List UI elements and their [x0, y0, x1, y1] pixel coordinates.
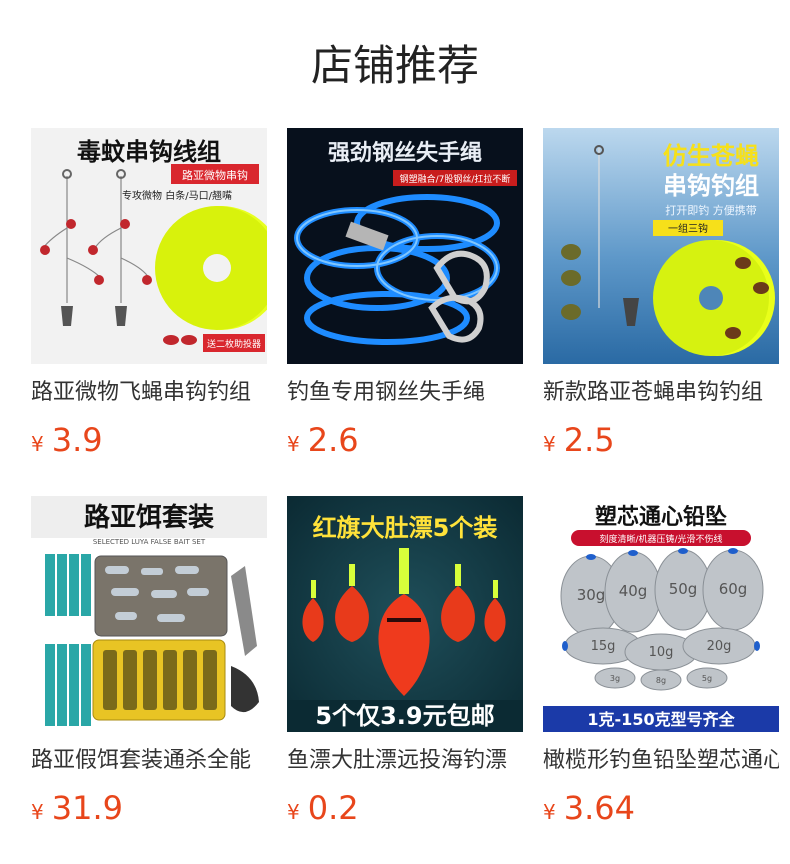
svg-text:5g: 5g — [702, 674, 712, 683]
svg-text:60g: 60g — [719, 580, 748, 598]
svg-text:20g: 20g — [707, 639, 732, 654]
svg-text:路亚饵套装: 路亚饵套装 — [84, 502, 214, 533]
price-value: 0.2 — [307, 789, 359, 827]
svg-text:送二枚助投器: 送二枚助投器 — [207, 338, 261, 350]
product-name[interactable]: 新款路亚苍蝇串钩钓组 — [543, 378, 779, 408]
svg-text:强劲钢丝失手绳: 强劲钢丝失手绳 — [328, 140, 482, 166]
svg-text:毒蚊串钩线组: 毒蚊串钩线组 — [77, 138, 221, 166]
product-name[interactable]: 钓鱼专用钢丝失手绳 — [287, 378, 523, 408]
currency-symbol: ¥ — [287, 432, 300, 456]
svg-text:打开即钓 方便携带: 打开即钓 方便携带 — [665, 203, 757, 217]
svg-text:一组三钩: 一组三钩 — [668, 222, 708, 235]
product-card[interactable]: 毒蚊串钩线组 路亚微物串钩 专攻微物 白条/马口/翘嘴 送二枚助投器 路亚微物飞… — [31, 128, 267, 466]
svg-text:钢塑融合/7股钢丝/扛拉不断: 钢塑融合/7股钢丝/扛拉不断 — [400, 173, 511, 185]
currency-symbol: ¥ — [543, 800, 556, 824]
svg-text:30g: 30g — [577, 586, 606, 604]
product-price: ¥3.64 — [543, 788, 779, 834]
price-value: 2.6 — [307, 421, 359, 459]
svg-text:40g: 40g — [619, 582, 648, 600]
svg-text:SELECTED LUYA FALSE BAIT SET: SELECTED LUYA FALSE BAIT SET — [93, 538, 206, 546]
product-image[interactable]: 毒蚊串钩线组 路亚微物串钩 专攻微物 白条/马口/翘嘴 送二枚助投器 — [31, 128, 267, 364]
currency-symbol: ¥ — [31, 800, 44, 824]
svg-text:路亚微物串钩: 路亚微物串钩 — [182, 168, 248, 182]
price-value: 2.5 — [563, 421, 615, 459]
product-price: ¥2.5 — [543, 420, 779, 466]
product-name[interactable]: 鱼漂大肚漂远投海钓漂 — [287, 746, 523, 776]
product-card[interactable]: 塑芯通心铅坠 刻度清晰/机器压铸/光滑不伤线 30g 40g 50g 60g 1… — [543, 496, 779, 834]
svg-text:3g: 3g — [610, 674, 620, 683]
product-card[interactable]: 强劲钢丝失手绳 钢塑融合/7股钢丝/扛拉不断 钓鱼专用钢丝失手绳 ¥2.6 — [287, 128, 523, 466]
currency-symbol: ¥ — [287, 800, 300, 824]
svg-text:5个仅3.9元包邮: 5个仅3.9元包邮 — [315, 702, 494, 730]
svg-text:红旗大肚漂5个装: 红旗大肚漂5个装 — [313, 514, 498, 542]
product-card[interactable]: 路亚饵套装 SELECTED LUYA FALSE BAIT SET 路亚假饵套… — [31, 496, 267, 834]
product-price: ¥2.6 — [287, 420, 523, 466]
price-value: 3.64 — [563, 789, 635, 827]
product-card[interactable]: 红旗大肚漂5个装 5个仅3.9元包邮 鱼漂大肚漂远投海钓漂 ¥0.2 — [287, 496, 523, 834]
currency-symbol: ¥ — [31, 432, 44, 456]
product-price: ¥0.2 — [287, 788, 523, 834]
product-image[interactable]: 强劲钢丝失手绳 钢塑融合/7股钢丝/扛拉不断 — [287, 128, 523, 364]
product-name[interactable]: 路亚假饵套装通杀全能 — [31, 746, 267, 776]
svg-text:1克-150克型号齐全: 1克-150克型号齐全 — [587, 710, 735, 729]
product-image[interactable]: 仿生苍蝇 串钩钓组 打开即钓 方便携带 一组三钩 — [543, 128, 779, 364]
svg-text:塑芯通心铅坠: 塑芯通心铅坠 — [595, 504, 727, 530]
product-price: ¥3.9 — [31, 420, 267, 466]
price-value: 3.9 — [51, 421, 103, 459]
product-card[interactable]: 仿生苍蝇 串钩钓组 打开即钓 方便携带 一组三钩 新款路亚苍蝇串钩钓组 ¥2.5 — [543, 128, 779, 466]
product-price: ¥31.9 — [31, 788, 267, 834]
svg-text:仿生苍蝇: 仿生苍蝇 — [663, 142, 759, 170]
section-title: 店铺推荐 — [310, 41, 479, 90]
svg-text:50g: 50g — [669, 580, 698, 598]
product-image[interactable]: 塑芯通心铅坠 刻度清晰/机器压铸/光滑不伤线 30g 40g 50g 60g 1… — [543, 496, 779, 732]
svg-text:8g: 8g — [656, 676, 666, 685]
svg-text:专攻微物 白条/马口/翘嘴: 专攻微物 白条/马口/翘嘴 — [122, 189, 232, 202]
currency-symbol: ¥ — [543, 432, 556, 456]
svg-text:串钩钓组: 串钩钓组 — [663, 172, 759, 200]
product-name[interactable]: 路亚微物飞蝇串钩钓组 — [31, 378, 267, 408]
product-image[interactable]: 红旗大肚漂5个装 5个仅3.9元包邮 — [287, 496, 523, 732]
price-value: 31.9 — [51, 789, 123, 827]
svg-text:15g: 15g — [591, 639, 616, 654]
product-name[interactable]: 橄榄形钓鱼铅坠塑芯通心 — [543, 746, 779, 776]
svg-text:10g: 10g — [649, 645, 674, 660]
svg-text:刻度清晰/机器压铸/光滑不伤线: 刻度清晰/机器压铸/光滑不伤线 — [599, 533, 722, 545]
product-image[interactable]: 路亚饵套装 SELECTED LUYA FALSE BAIT SET — [31, 496, 267, 732]
